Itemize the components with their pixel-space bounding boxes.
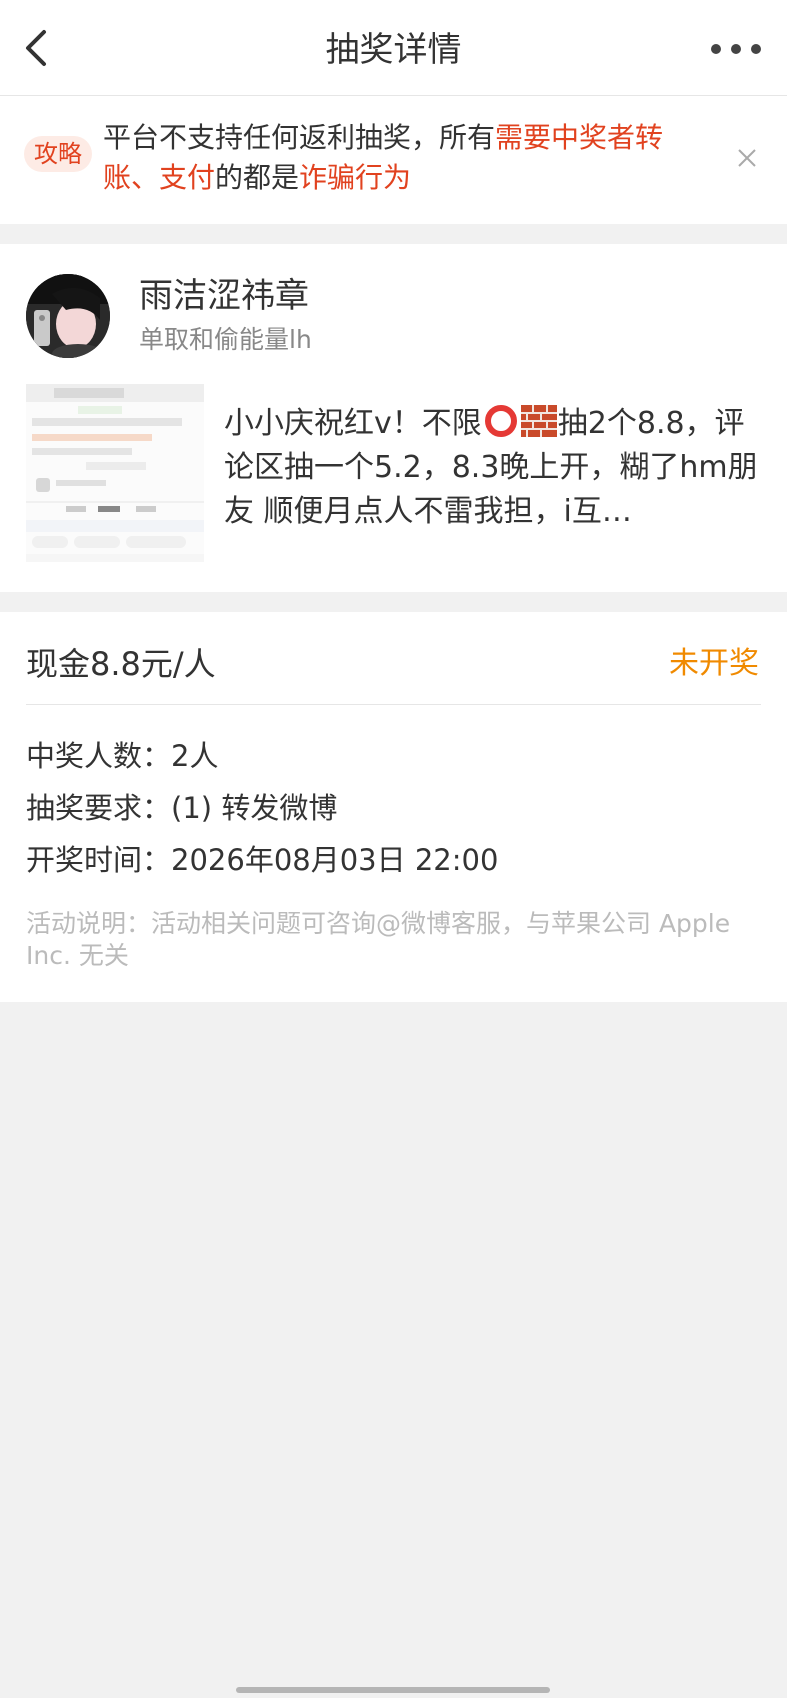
requirement-row: 抽奖要求：(1) 转发微博	[26, 788, 337, 828]
notice-text-part1: 平台不支持任何返利抽奖，所有	[103, 121, 496, 154]
winners-value: 2人	[171, 739, 219, 773]
fraud-notice-banner: 攻略 平台不支持任何返利抽奖，所有需要中奖者转账、支付的都是诈骗行为	[0, 96, 787, 224]
avatar-image	[26, 274, 110, 358]
dot-icon	[711, 44, 721, 54]
winners-label: 中奖人数：	[26, 739, 172, 773]
post-thumbnail[interactable]	[26, 384, 204, 562]
post-card[interactable]: 雨洁涩祎章 单取和偷能量lh 小小庆祝红v！不限 抽2个8.8，评论区抽一个5.…	[0, 244, 787, 592]
page-title: 抽奖详情	[325, 30, 462, 70]
author-name[interactable]: 雨洁涩祎章	[139, 276, 309, 316]
post-text-before: 小小庆祝红v！不限	[224, 406, 482, 441]
activity-note: 活动说明：活动相关问题可咨询@微博客服，与苹果公司 Apple Inc. 无关	[26, 909, 731, 970]
draw-status-badge: 未开奖	[669, 646, 759, 681]
more-options-button[interactable]	[709, 34, 763, 64]
home-indicator[interactable]	[236, 1687, 550, 1693]
prize-card: 现金8.8元/人 未开奖 中奖人数：2人 抽奖要求：(1) 转发微博 开奖时间：…	[0, 612, 787, 1002]
close-notice-button[interactable]	[735, 146, 759, 170]
top-nav-bar: 抽奖详情	[0, 0, 787, 96]
guide-tag[interactable]: 攻略	[24, 136, 92, 172]
dot-icon	[751, 44, 761, 54]
requirement-label: 抽奖要求：	[26, 791, 172, 825]
close-icon	[738, 149, 756, 167]
divider	[26, 704, 761, 705]
draw-time-row: 开奖时间：2026年08月03日 22:00	[26, 840, 498, 880]
red-circle-icon	[484, 405, 517, 437]
draw-time-label: 开奖时间：	[26, 843, 172, 877]
author-subtitle: 单取和偷能量lh	[139, 325, 312, 354]
post-text[interactable]: 小小庆祝红v！不限 抽2个8.8，评论区抽一个5.2，8.3晚上开，糊了hm朋友…	[224, 402, 760, 534]
notice-text-part3: 的都是	[215, 161, 300, 194]
requirement-value: (1) 转发微博	[171, 791, 338, 825]
prize-amount: 现金8.8元/人	[26, 645, 216, 683]
notice-text: 平台不支持任何返利抽奖，所有需要中奖者转账、支付的都是诈骗行为	[103, 118, 703, 198]
winners-row: 中奖人数：2人	[26, 736, 218, 776]
avatar[interactable]	[26, 274, 110, 358]
profile-screenshot-image	[26, 384, 204, 562]
brick-icon	[520, 405, 557, 437]
dot-icon	[731, 44, 741, 54]
draw-time-value: 2026年08月03日 22:00	[171, 843, 499, 877]
notice-text-part4: 诈骗行为	[299, 161, 412, 194]
